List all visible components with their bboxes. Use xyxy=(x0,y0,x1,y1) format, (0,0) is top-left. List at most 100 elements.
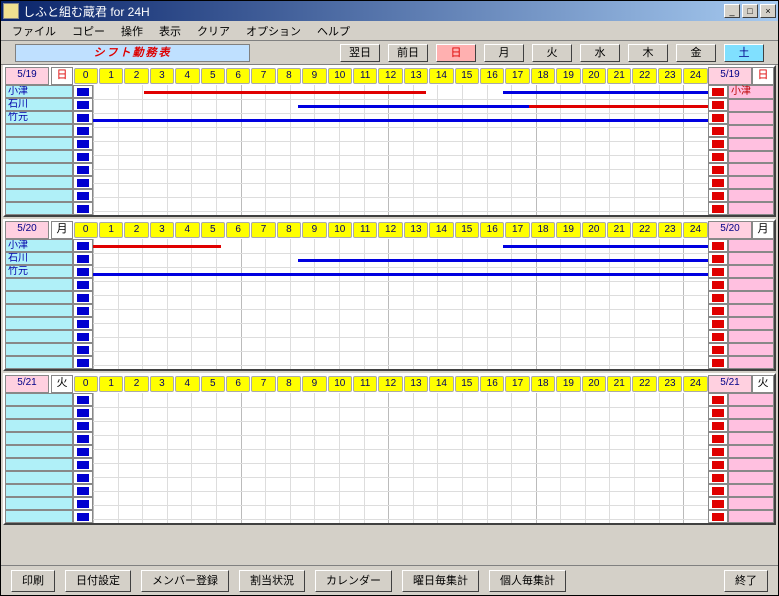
employee-name-right[interactable] xyxy=(728,125,774,138)
employee-name-right[interactable] xyxy=(728,497,774,510)
timeline-grid[interactable] xyxy=(93,393,708,523)
print-button[interactable]: 印刷 xyxy=(11,570,55,592)
employee-name-right[interactable] xyxy=(728,484,774,497)
day-button[interactable]: 日 xyxy=(436,44,476,62)
day-button[interactable]: 火 xyxy=(532,44,572,62)
employee-name[interactable] xyxy=(5,278,73,291)
employee-name[interactable]: 石川 xyxy=(5,98,73,111)
employee-name[interactable] xyxy=(5,393,73,406)
day-button[interactable]: 月 xyxy=(484,44,524,62)
employee-name[interactable] xyxy=(5,124,73,137)
employee-name-right[interactable] xyxy=(728,419,774,432)
day-button[interactable]: 水 xyxy=(580,44,620,62)
employee-name[interactable] xyxy=(5,176,73,189)
menu-item[interactable]: コピー xyxy=(65,21,112,41)
menu-item[interactable]: ヘルプ xyxy=(310,21,357,41)
day-button[interactable]: 金 xyxy=(676,44,716,62)
shift-bar[interactable] xyxy=(503,245,708,248)
employee-name[interactable] xyxy=(5,445,73,458)
employee-name-right[interactable] xyxy=(728,138,774,151)
employee-name-right[interactable] xyxy=(728,330,774,343)
employee-name[interactable] xyxy=(5,432,73,445)
employee-name[interactable] xyxy=(5,137,73,150)
employee-name-right[interactable] xyxy=(728,176,774,189)
shift-bar[interactable] xyxy=(93,273,708,276)
employee-name-right[interactable] xyxy=(728,189,774,202)
day-button[interactable]: 木 xyxy=(628,44,668,62)
dow-total-button[interactable]: 曜日毎集計 xyxy=(402,570,479,592)
employee-name[interactable] xyxy=(5,471,73,484)
day-button[interactable]: 土 xyxy=(724,44,764,62)
day-button[interactable]: 前日 xyxy=(388,44,428,62)
exit-button[interactable]: 終了 xyxy=(724,570,768,592)
employee-name-right[interactable] xyxy=(728,252,774,265)
minimize-button[interactable]: _ xyxy=(724,4,740,18)
shift-bar[interactable] xyxy=(529,105,708,108)
employee-name[interactable] xyxy=(5,406,73,419)
person-total-button[interactable]: 個人毎集計 xyxy=(489,570,566,592)
employee-name[interactable] xyxy=(5,419,73,432)
employee-name-right[interactable]: 小津 xyxy=(728,85,774,99)
employee-name[interactable] xyxy=(5,343,73,356)
employee-name-right[interactable] xyxy=(728,406,774,419)
employee-name[interactable] xyxy=(5,510,73,523)
employee-name-right[interactable] xyxy=(728,291,774,304)
employee-name[interactable] xyxy=(5,484,73,497)
employee-name-right[interactable] xyxy=(728,432,774,445)
employee-name[interactable] xyxy=(5,291,73,304)
menu-item[interactable]: ファイル xyxy=(5,21,63,41)
employee-name-right[interactable] xyxy=(728,112,774,125)
employee-name-right[interactable] xyxy=(728,239,774,252)
timeline-grid[interactable] xyxy=(93,85,708,215)
employee-name-right[interactable] xyxy=(728,99,774,112)
menu-item[interactable]: オプション xyxy=(239,21,308,41)
employee-name[interactable]: 石川 xyxy=(5,252,73,265)
employee-name-right[interactable] xyxy=(728,317,774,330)
day-button[interactable]: 翌日 xyxy=(340,44,380,62)
employee-name-right[interactable] xyxy=(728,151,774,164)
shift-bar[interactable] xyxy=(298,259,708,262)
close-button[interactable]: × xyxy=(760,4,776,18)
employee-name[interactable] xyxy=(5,202,73,215)
employee-name-right[interactable] xyxy=(728,304,774,317)
employee-name[interactable]: 竹元 xyxy=(5,265,73,278)
employee-name-right[interactable] xyxy=(728,393,774,406)
employee-name[interactable] xyxy=(5,458,73,471)
maximize-button[interactable]: □ xyxy=(742,4,758,18)
menu-item[interactable]: 操作 xyxy=(114,21,150,41)
employee-name[interactable] xyxy=(5,330,73,343)
shift-bar[interactable] xyxy=(93,119,708,122)
member-reg-button[interactable]: メンバー登録 xyxy=(141,570,229,592)
employee-name-right[interactable] xyxy=(728,458,774,471)
employee-name-right[interactable] xyxy=(728,343,774,356)
employee-name-right[interactable] xyxy=(728,510,774,523)
menu-item[interactable]: クリア xyxy=(190,21,237,41)
employee-name[interactable] xyxy=(5,497,73,510)
timeline-grid[interactable] xyxy=(93,239,708,369)
calendar-button[interactable]: カレンダー xyxy=(315,570,392,592)
employee-name[interactable] xyxy=(5,189,73,202)
menu-item[interactable]: 表示 xyxy=(152,21,188,41)
employee-name-right[interactable] xyxy=(728,356,774,369)
employee-name[interactable]: 小津 xyxy=(5,239,73,252)
employee-name-right[interactable] xyxy=(728,445,774,458)
shift-bar[interactable] xyxy=(503,91,708,94)
employee-name[interactable] xyxy=(5,304,73,317)
shift-bar[interactable] xyxy=(298,105,529,108)
employee-name[interactable]: 小津 xyxy=(5,85,73,98)
employee-name[interactable] xyxy=(5,163,73,176)
allocation-button[interactable]: 割当状況 xyxy=(239,570,305,592)
employee-name[interactable]: 竹元 xyxy=(5,111,73,124)
hour-label: 19 xyxy=(556,376,580,392)
employee-name-right[interactable] xyxy=(728,471,774,484)
date-set-button[interactable]: 日付設定 xyxy=(65,570,131,592)
employee-name[interactable] xyxy=(5,356,73,369)
employee-name[interactable] xyxy=(5,150,73,163)
employee-name[interactable] xyxy=(5,317,73,330)
employee-name-right[interactable] xyxy=(728,163,774,176)
shift-bar[interactable] xyxy=(93,245,221,248)
employee-name-right[interactable] xyxy=(728,278,774,291)
employee-name-right[interactable] xyxy=(728,202,774,215)
employee-name-right[interactable] xyxy=(728,265,774,278)
shift-bar[interactable] xyxy=(144,91,426,94)
